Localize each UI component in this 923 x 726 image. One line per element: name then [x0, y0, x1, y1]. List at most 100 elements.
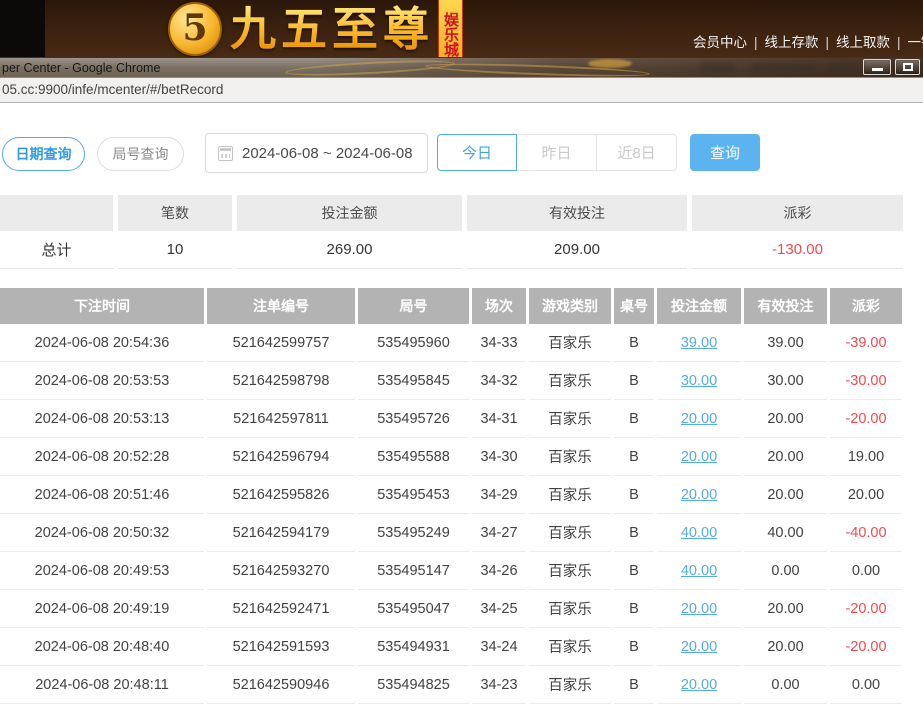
bet-amount-link[interactable]: 20.00 [681, 601, 717, 617]
table-row: 2024-06-08 20:49:53521642593270535495147… [0, 552, 902, 590]
site-logo[interactable]: 5 九五至尊 娱乐城 [168, 1, 463, 57]
cell-round-id: 535495845 [358, 362, 469, 400]
cell-bet-amount: 40.00 [657, 552, 741, 590]
cell-game-type: 百家乐 [529, 552, 611, 590]
cell-order-id: 521642596794 [207, 438, 355, 476]
bet-amount-link[interactable]: 39.00 [681, 335, 717, 351]
cell-valid-bet: 0.00 [744, 666, 827, 704]
button-yesterday[interactable]: 昨日 [517, 134, 597, 171]
nav-member-center[interactable]: 会员中心 [693, 35, 747, 50]
cell-bet-amount: 20.00 [657, 590, 741, 628]
summary-header-valid-bet: 有效投注 [467, 195, 687, 231]
table-row: 2024-06-08 20:53:13521642597811535495726… [0, 400, 902, 438]
summary-header-empty [0, 195, 113, 231]
bet-amount-link[interactable]: 20.00 [681, 411, 717, 427]
button-last8days[interactable]: 近8日 [597, 134, 677, 171]
cell-game-type: 百家乐 [529, 324, 611, 362]
summary-valid-bet: 209.00 [467, 231, 687, 269]
bet-table-body: 2024-06-08 20:54:36521642599757535495960… [0, 324, 902, 704]
cell-payout: 0.00 [830, 552, 902, 590]
redacted-text [828, 63, 848, 73]
cell-payout: -20.00 [830, 400, 902, 438]
cell-valid-bet: 20.00 [744, 476, 827, 514]
cell-bet-time: 2024-06-08 20:49:19 [0, 590, 204, 628]
cell-game-type: 百家乐 [529, 666, 611, 704]
cell-game-type: 百家乐 [529, 628, 611, 666]
header-valid-bet: 有效投注 [744, 288, 827, 324]
summary-table: 笔数 投注金额 有效投注 派彩 总计 10 269.00 209.00 -130… [0, 195, 903, 269]
cell-bet-amount: 20.00 [657, 438, 741, 476]
cell-bet-time: 2024-06-08 20:48:11 [0, 666, 204, 704]
cell-session: 34-26 [472, 552, 526, 590]
summary-payout: -130.00 [692, 231, 903, 269]
table-row: 2024-06-08 20:51:46521642595826535495453… [0, 476, 902, 514]
maximize-button[interactable] [895, 59, 920, 75]
logo-emblem-icon: 5 [168, 2, 222, 56]
logo-title: 九五至尊 [230, 1, 434, 57]
cell-bet-amount: 20.00 [657, 476, 741, 514]
cell-table-no: B [614, 590, 654, 628]
table-row: 2024-06-08 20:54:36521642599757535495960… [0, 324, 902, 362]
bet-amount-link[interactable]: 40.00 [681, 563, 717, 579]
cell-bet-time: 2024-06-08 20:53:53 [0, 362, 204, 400]
bet-amount-link[interactable]: 20.00 [681, 639, 717, 655]
browser-title-bar[interactable]: per Center - Google Chrome [0, 57, 923, 77]
date-range-input[interactable]: 2024-06-08 ~ 2024-06-08 [205, 133, 428, 173]
cell-bet-time: 2024-06-08 20:49:53 [0, 552, 204, 590]
nav-separator: | [819, 35, 837, 50]
cell-round-id: 535494825 [358, 666, 469, 704]
cell-round-id: 535495147 [358, 552, 469, 590]
nav-one-key-transfer[interactable]: 一键转账 [908, 35, 923, 50]
cell-valid-bet: 20.00 [744, 400, 827, 438]
summary-total-label: 总计 [0, 231, 113, 269]
cell-payout: -30.00 [830, 362, 902, 400]
header-bet-amount: 投注金额 [657, 288, 741, 324]
cell-table-no: B [614, 552, 654, 590]
button-today[interactable]: 今日 [437, 134, 517, 171]
quick-range-group: 今日 昨日 近8日 [437, 134, 677, 171]
logo-badge: 娱乐城 [438, 0, 463, 57]
bet-amount-link[interactable]: 20.00 [681, 677, 717, 693]
cell-valid-bet: 0.00 [744, 552, 827, 590]
cell-valid-bet: 30.00 [744, 362, 827, 400]
summary-header-row: 笔数 投注金额 有效投注 派彩 [0, 195, 903, 231]
tab-round-query[interactable]: 局号查询 [97, 137, 184, 171]
emblem-number: 5 [182, 10, 207, 46]
cell-bet-amount: 20.00 [657, 628, 741, 666]
nav-online-deposit[interactable]: 线上存款 [765, 35, 819, 50]
bet-amount-link[interactable]: 40.00 [681, 525, 717, 541]
cell-valid-bet: 20.00 [744, 628, 827, 666]
cell-bet-time: 2024-06-08 20:48:40 [0, 628, 204, 666]
cell-game-type: 百家乐 [529, 514, 611, 552]
nav-separator: | [747, 35, 765, 50]
bet-amount-link[interactable]: 20.00 [681, 449, 717, 465]
maximize-icon [903, 63, 913, 71]
cell-payout: -40.00 [830, 514, 902, 552]
minimize-button[interactable] [863, 59, 891, 75]
cell-session: 34-29 [472, 476, 526, 514]
header-order-id: 注单编号 [207, 288, 355, 324]
nav-online-withdraw[interactable]: 线上取款 [836, 35, 890, 50]
cell-session: 34-24 [472, 628, 526, 666]
cell-bet-amount: 20.00 [657, 666, 741, 704]
cell-payout: -39.00 [830, 324, 902, 362]
bet-amount-link[interactable]: 20.00 [681, 487, 717, 503]
search-button[interactable]: 查询 [690, 134, 760, 171]
header-round-id: 局号 [358, 288, 469, 324]
browser-url-bar[interactable]: 05.cc:9900/infe/mcenter/#/betRecord [0, 77, 923, 103]
cell-order-id: 521642598798 [207, 362, 355, 400]
url-text: 05.cc:9900/infe/mcenter/#/betRecord [0, 78, 923, 101]
cell-table-no: B [614, 628, 654, 666]
cell-round-id: 535495453 [358, 476, 469, 514]
cell-session: 34-33 [472, 324, 526, 362]
cell-bet-time: 2024-06-08 20:52:28 [0, 438, 204, 476]
minimize-icon [872, 68, 883, 71]
bet-amount-link[interactable]: 30.00 [681, 373, 717, 389]
date-range-value: 2024-06-08 ~ 2024-06-08 [242, 145, 413, 162]
cell-payout: 20.00 [830, 476, 902, 514]
cell-bet-time: 2024-06-08 20:53:13 [0, 400, 204, 438]
cell-bet-amount: 30.00 [657, 362, 741, 400]
header-payout: 派彩 [830, 288, 902, 324]
bet-table-header-row: 下注时间 注单编号 局号 场次 游戏类别 桌号 投注金额 有效投注 派彩 [0, 288, 902, 324]
tab-date-query[interactable]: 日期查询 [2, 137, 85, 171]
